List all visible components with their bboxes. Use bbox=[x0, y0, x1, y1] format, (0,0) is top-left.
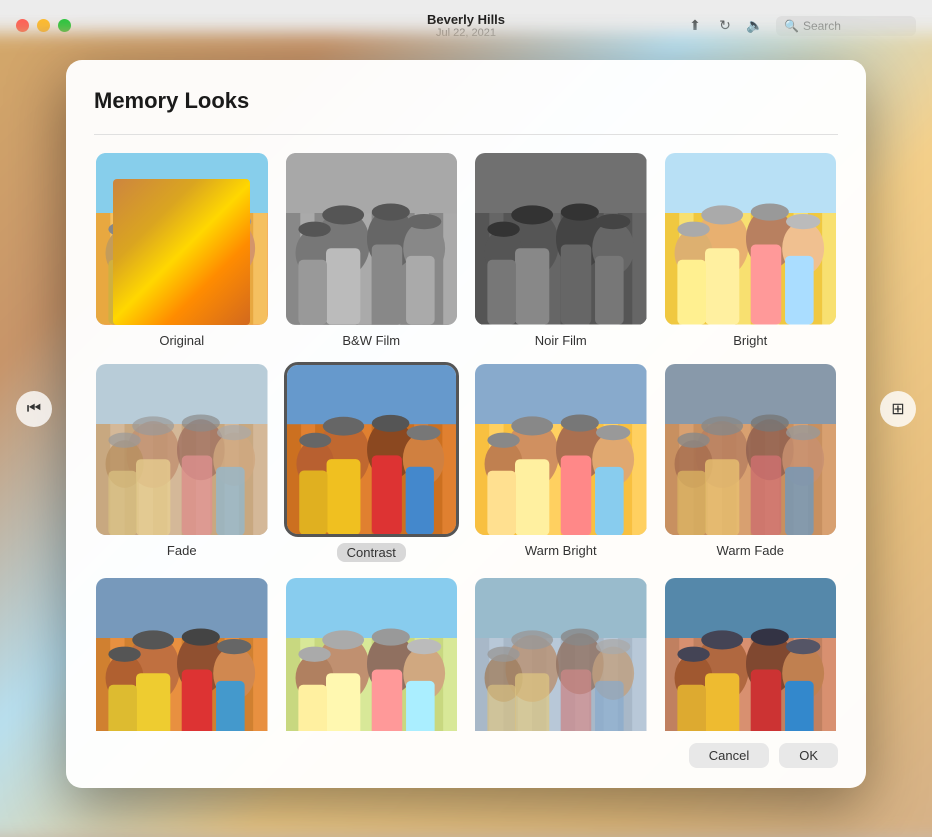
look-thumbnail-bright[interactable] bbox=[663, 151, 839, 327]
look-label-warm-bright: Warm Bright bbox=[525, 543, 597, 558]
look-item-contrast[interactable]: Contrast bbox=[284, 362, 460, 563]
look-item-fade[interactable]: Fade bbox=[94, 362, 270, 563]
look-thumbnail-warm-fade[interactable] bbox=[663, 362, 839, 538]
photo-cool-fade bbox=[475, 578, 647, 731]
photo-original bbox=[96, 153, 268, 325]
look-thumbnail-cool-bright[interactable] bbox=[284, 576, 460, 731]
photo-warm-contrast bbox=[96, 578, 268, 731]
look-thumbnail-warm-contrast[interactable] bbox=[94, 576, 270, 731]
modal-title: Memory Looks bbox=[94, 88, 838, 114]
nav-prev-button[interactable]: ⏮ bbox=[16, 391, 52, 427]
traffic-lights bbox=[16, 19, 71, 32]
looks-grid: Original bbox=[94, 151, 838, 731]
look-item-bw-film[interactable]: B&W Film bbox=[284, 151, 460, 348]
modal-footer: Cancel OK bbox=[94, 731, 838, 768]
look-item-noir-film[interactable]: Noir Film bbox=[473, 151, 649, 348]
close-button[interactable] bbox=[16, 19, 29, 32]
look-item-cool-contrast[interactable]: Cool Contrast bbox=[663, 576, 839, 731]
maximize-button[interactable] bbox=[58, 19, 71, 32]
look-item-bright[interactable]: Bright bbox=[663, 151, 839, 348]
look-thumbnail-original[interactable] bbox=[94, 151, 270, 327]
divider bbox=[94, 134, 838, 135]
look-label-warm-fade: Warm Fade bbox=[717, 543, 784, 558]
look-item-warm-bright[interactable]: Warm Bright bbox=[473, 362, 649, 563]
photo-warm-fade bbox=[665, 364, 837, 536]
photo-cool-bright bbox=[286, 578, 458, 731]
look-item-cool-fade[interactable]: Cool Fade bbox=[473, 576, 649, 731]
cancel-button[interactable]: Cancel bbox=[689, 743, 769, 768]
look-label-bright: Bright bbox=[733, 333, 767, 348]
search-placeholder: Search bbox=[803, 19, 841, 33]
look-label-original: Original bbox=[159, 333, 204, 348]
search-icon: 🔍 bbox=[784, 19, 799, 33]
look-item-original[interactable]: Original bbox=[94, 151, 270, 348]
look-item-cool-bright[interactable]: Cool Bright bbox=[284, 576, 460, 731]
look-thumbnail-noir-film[interactable] bbox=[473, 151, 649, 327]
rotate-icon[interactable]: ↻ bbox=[716, 17, 734, 35]
window-title: Beverly Hills bbox=[427, 12, 505, 27]
look-thumbnail-cool-contrast[interactable] bbox=[663, 576, 839, 731]
photo-noir bbox=[475, 153, 647, 325]
look-label-fade: Fade bbox=[167, 543, 197, 558]
look-label-bw-film: B&W Film bbox=[342, 333, 400, 348]
look-thumbnail-contrast[interactable] bbox=[284, 362, 460, 538]
look-item-warm-fade[interactable]: Warm Fade bbox=[663, 362, 839, 563]
photo-bw bbox=[286, 153, 458, 325]
ok-button[interactable]: OK bbox=[779, 743, 838, 768]
volume-icon[interactable]: 🔈 bbox=[746, 17, 764, 35]
look-thumbnail-bw-film[interactable] bbox=[284, 151, 460, 327]
photo-warm-bright bbox=[475, 364, 647, 536]
look-thumbnail-cool-fade[interactable] bbox=[473, 576, 649, 731]
look-label-contrast: Contrast bbox=[337, 543, 406, 562]
minimize-button[interactable] bbox=[37, 19, 50, 32]
share-icon[interactable]: ⬆ bbox=[686, 17, 704, 35]
photo-fade bbox=[96, 364, 268, 536]
photo-cool-contrast bbox=[665, 578, 837, 731]
look-label-noir-film: Noir Film bbox=[535, 333, 587, 348]
photo-bright bbox=[665, 153, 837, 325]
memory-looks-modal: Memory Looks bbox=[66, 60, 866, 788]
nav-grid-button[interactable]: ⊞ bbox=[880, 391, 916, 427]
look-thumbnail-fade[interactable] bbox=[94, 362, 270, 538]
look-item-warm-contrast[interactable]: Warm Contrast bbox=[94, 576, 270, 731]
look-thumbnail-warm-bright[interactable] bbox=[473, 362, 649, 538]
photo-contrast bbox=[287, 365, 457, 535]
